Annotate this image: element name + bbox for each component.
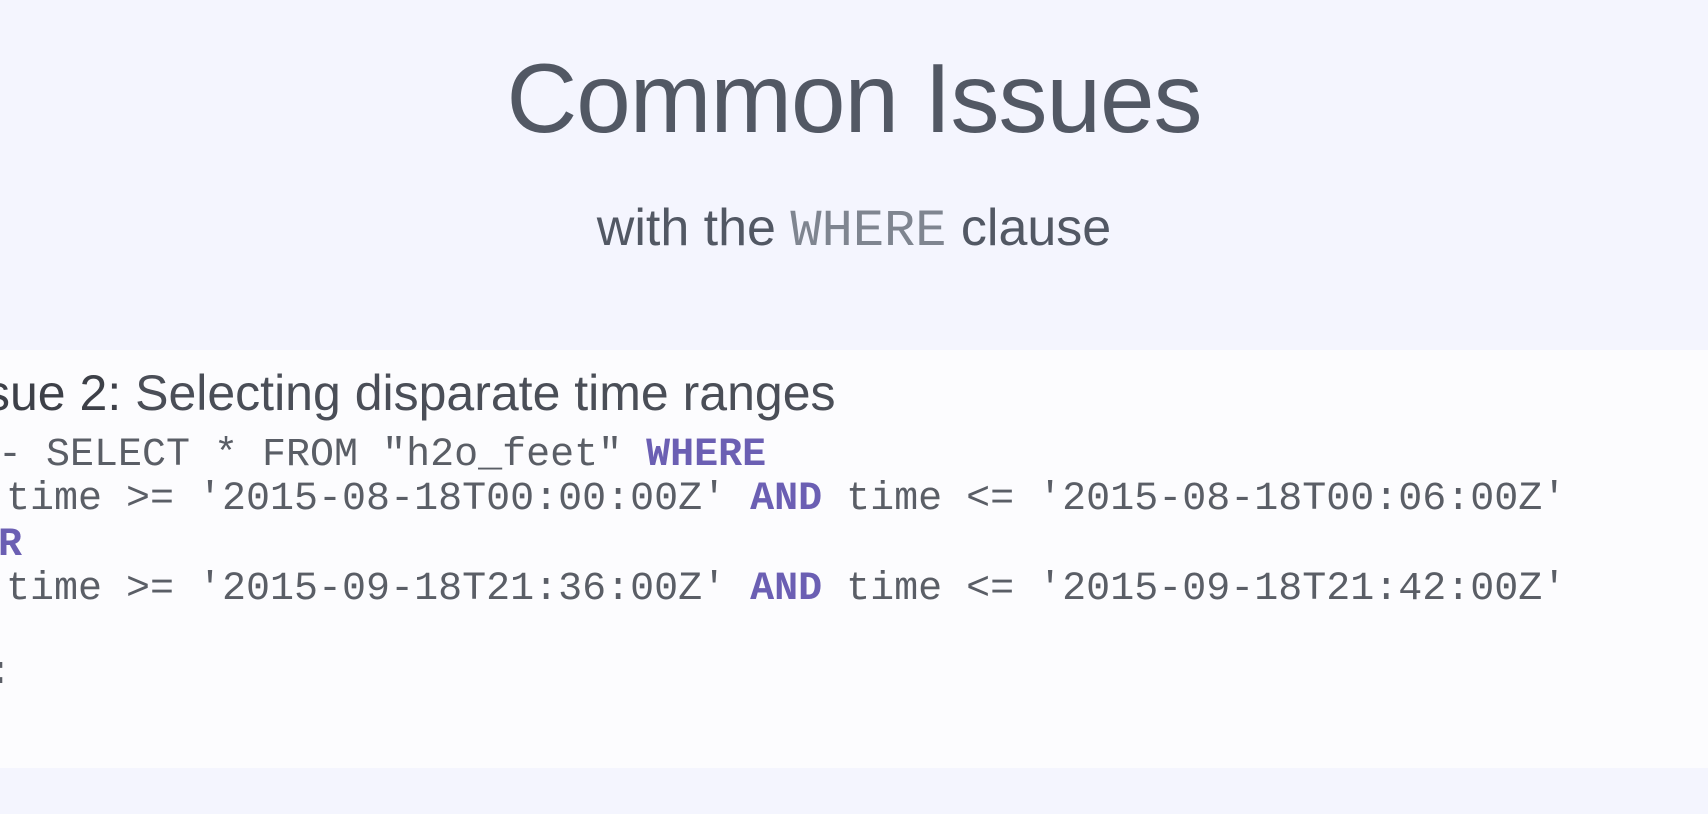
subtitle-prefix: with the bbox=[596, 199, 791, 257]
issue-label: ssue 2: bbox=[0, 365, 122, 421]
code-line-4-start: time >= '2015-09-18T21:36:00Z' bbox=[6, 567, 751, 612]
issue-panel: ssue 2: Selecting disparate time ranges … bbox=[0, 350, 1708, 768]
code-keyword-or: R bbox=[0, 523, 23, 568]
bottom-strip bbox=[0, 768, 1708, 814]
code-line-2-end: time <= '2015-08-18T00:06:00Z' bbox=[822, 477, 1567, 522]
code-line-5: : bbox=[0, 650, 12, 698]
code-line-2: time >= '2015-08-18T00:00:00Z' AND time … bbox=[6, 476, 1566, 524]
slide-subtitle: with the WHERE clause bbox=[0, 196, 1708, 264]
code-line-1-text: - SELECT * FROM "h2o_feet" bbox=[0, 433, 647, 478]
code-line-2-start: time >= '2015-08-18T00:00:00Z' bbox=[6, 477, 751, 522]
code-line-3: R bbox=[0, 522, 22, 570]
issue-description: Selecting disparate time ranges bbox=[121, 365, 836, 421]
code-line-4-end: time <= '2015-09-18T21:42:00Z' bbox=[822, 567, 1567, 612]
code-keyword-and-1: AND bbox=[750, 477, 823, 522]
slide-title: Common Issues bbox=[506, 43, 1202, 153]
code-keyword-and-2: AND bbox=[750, 567, 823, 612]
slide: { "slide": { "title": "Common Issues", "… bbox=[0, 0, 1708, 814]
code-line-4: time >= '2015-09-18T21:36:00Z' AND time … bbox=[6, 566, 1566, 614]
code-keyword-where: WHERE bbox=[646, 433, 767, 478]
subtitle-code-where: WHERE bbox=[790, 202, 947, 261]
subtitle-suffix: clause bbox=[946, 199, 1112, 257]
code-line-1: - SELECT * FROM "h2o_feet" WHERE bbox=[0, 432, 766, 480]
issue-heading: ssue 2: Selecting disparate time ranges bbox=[0, 362, 836, 424]
